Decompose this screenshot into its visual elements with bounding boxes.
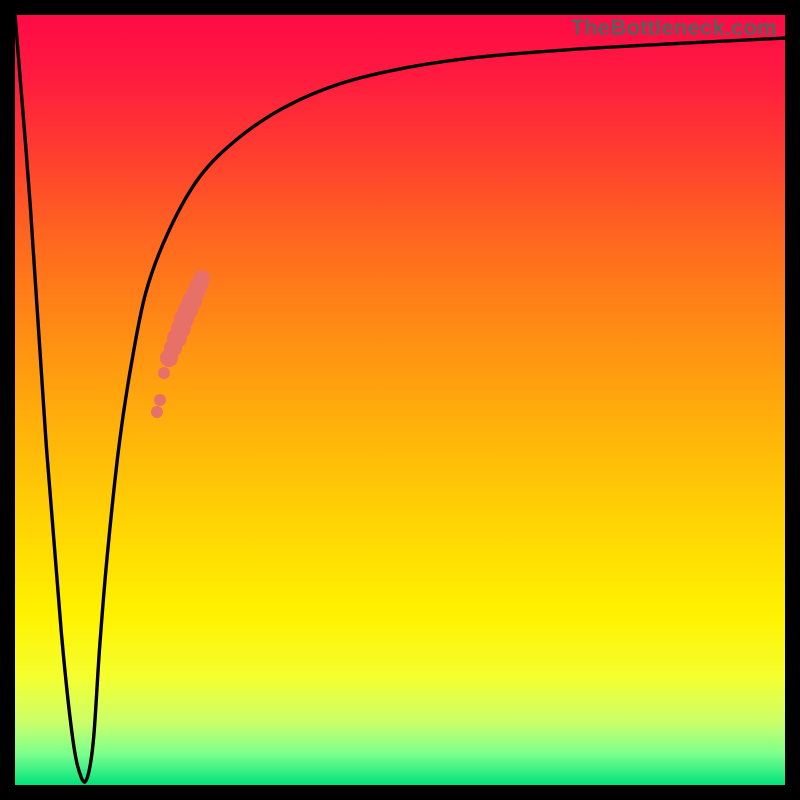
data-marker <box>158 367 170 379</box>
curve-svg <box>15 15 785 785</box>
data-marker <box>154 394 166 406</box>
data-marker <box>151 406 163 418</box>
data-marker <box>194 270 210 286</box>
plot-area: TheBottleneck.com <box>15 15 785 785</box>
chart-frame: TheBottleneck.com <box>0 0 800 800</box>
bottleneck-curve <box>15 15 785 782</box>
